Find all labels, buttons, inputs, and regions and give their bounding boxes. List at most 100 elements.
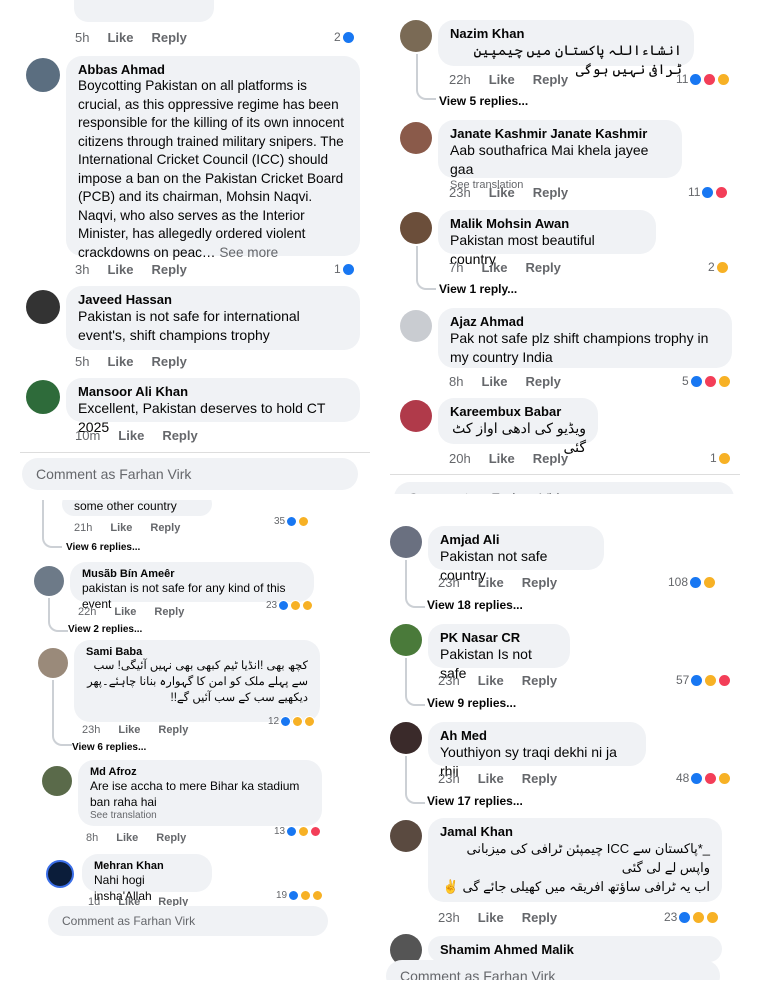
reply-button[interactable]: Reply xyxy=(533,72,568,87)
commenter-name[interactable]: Kareembux Babar xyxy=(450,404,586,419)
reaction-count[interactable]: 108 xyxy=(668,575,717,589)
avatar[interactable] xyxy=(390,722,422,754)
avatar[interactable] xyxy=(26,290,60,324)
reaction-count[interactable]: 11 xyxy=(688,185,729,199)
avatar[interactable] xyxy=(46,860,74,888)
avatar[interactable] xyxy=(390,624,422,656)
like-button[interactable]: Like xyxy=(107,262,133,277)
commenter-name[interactable]: Musãb Bín Ameêr xyxy=(82,568,302,580)
reaction-count[interactable]: 19 xyxy=(276,890,324,901)
reply-button[interactable]: Reply xyxy=(522,673,557,688)
reply-button[interactable]: Reply xyxy=(522,910,557,925)
comment-input[interactable]: Comment as Farhan Virk xyxy=(22,458,358,490)
commenter-name[interactable]: PK Nasar CR xyxy=(440,630,558,645)
commenter-name[interactable]: Sami Baba xyxy=(86,646,308,658)
avatar[interactable] xyxy=(26,58,60,92)
view-replies-link[interactable]: View 6 replies... xyxy=(72,742,146,753)
reply-button[interactable]: Reply xyxy=(522,771,557,786)
like-button[interactable]: Like xyxy=(118,428,144,443)
reply-button[interactable]: Reply xyxy=(151,354,186,369)
reply-button[interactable]: Reply xyxy=(533,451,568,466)
reaction-count[interactable]: 57 xyxy=(676,673,732,687)
like-button[interactable]: Like xyxy=(481,374,507,389)
like-button[interactable]: Like xyxy=(478,910,504,925)
reaction-count[interactable]: 13 xyxy=(274,826,322,837)
reaction-count[interactable]: 48 xyxy=(676,771,732,785)
reaction-count[interactable]: 5 xyxy=(682,374,731,388)
avatar[interactable] xyxy=(390,526,422,558)
commenter-name[interactable]: Amjad Ali xyxy=(440,532,592,547)
avatar[interactable] xyxy=(400,122,432,154)
see-translation-link[interactable]: See translation xyxy=(90,810,310,821)
commenter-name[interactable]: Javeed Hassan xyxy=(78,292,348,307)
reply-button[interactable]: Reply xyxy=(522,575,557,590)
like-button[interactable]: Like xyxy=(481,260,507,275)
view-replies-link[interactable]: View 5 replies... xyxy=(439,94,528,108)
reaction-count[interactable]: 2 xyxy=(334,30,355,44)
like-button[interactable]: Like xyxy=(489,185,515,200)
reply-button[interactable]: Reply xyxy=(533,185,568,200)
see-more-link[interactable]: See more xyxy=(219,245,278,260)
reaction-count[interactable]: 12 xyxy=(268,716,316,727)
like-button[interactable]: Like xyxy=(478,771,504,786)
view-replies-link[interactable]: View 6 replies... xyxy=(66,542,140,553)
like-button[interactable]: Like xyxy=(110,522,132,534)
view-replies-link[interactable]: View 1 reply... xyxy=(439,282,517,296)
reply-button[interactable]: Reply xyxy=(151,30,186,45)
reaction-count[interactable]: 23 xyxy=(266,600,314,611)
avatar[interactable] xyxy=(26,380,60,414)
haha-reaction-icon xyxy=(704,673,718,687)
default-avatar-icon[interactable] xyxy=(400,310,432,342)
comments-panel-2: Nazim Khan انشاءاللہ پاکستان میں چیمپین … xyxy=(388,0,744,494)
commenter-name[interactable]: Jamal Khan xyxy=(440,824,710,839)
like-button[interactable]: Like xyxy=(114,606,136,618)
reply-button[interactable]: Reply xyxy=(525,260,560,275)
avatar[interactable] xyxy=(42,766,72,796)
like-button[interactable]: Like xyxy=(116,832,138,844)
commenter-name[interactable]: Md Afroz xyxy=(90,766,310,778)
like-button[interactable]: Like xyxy=(478,575,504,590)
commenter-name[interactable]: Shamim Ahmed Malik xyxy=(440,942,710,957)
reaction-count[interactable]: 11 xyxy=(676,72,731,86)
like-button[interactable]: Like xyxy=(107,30,133,45)
reaction-count[interactable]: 35 xyxy=(274,516,310,527)
comment-input[interactable]: Comment as Farhan Virk xyxy=(48,906,328,936)
commenter-name[interactable]: Ajaz Ahmad xyxy=(450,314,720,329)
commenter-name[interactable]: Nazim Khan xyxy=(450,26,682,41)
reply-button[interactable]: Reply xyxy=(525,374,560,389)
reaction-count[interactable]: 2 xyxy=(708,260,729,274)
avatar[interactable] xyxy=(34,566,64,596)
commenter-name[interactable]: Malik Mohsin Awan xyxy=(450,216,644,231)
like-button[interactable]: Like xyxy=(118,724,140,736)
avatar[interactable] xyxy=(400,212,432,244)
commenter-name[interactable]: Mansoor Ali Khan xyxy=(78,384,348,399)
reply-button[interactable]: Reply xyxy=(158,724,188,736)
comment-bubble: Amjad Ali Pakistan not safe country xyxy=(428,526,604,583)
view-replies-link[interactable]: View 2 replies... xyxy=(68,624,142,635)
like-button[interactable]: Like xyxy=(107,354,133,369)
commenter-name[interactable]: Abbas Ahmad xyxy=(78,62,348,77)
view-replies-link[interactable]: View 17 replies... xyxy=(427,794,523,808)
reply-button[interactable]: Reply xyxy=(154,606,184,618)
reaction-count[interactable]: 1 xyxy=(710,451,731,465)
reply-button[interactable]: Reply xyxy=(151,262,186,277)
like-button[interactable]: Like xyxy=(489,72,515,87)
commenter-name[interactable]: Janate Kashmir Janate Kashmir xyxy=(450,126,670,141)
view-replies-link[interactable]: View 9 replies... xyxy=(427,696,516,710)
avatar[interactable] xyxy=(390,820,422,852)
comment-input[interactable]: Comment as Farhan Virk xyxy=(386,960,720,980)
commenter-name[interactable]: Mehran Khan xyxy=(94,860,200,872)
avatar[interactable] xyxy=(38,648,68,678)
comment-input[interactable]: Comment as Farhan Virk xyxy=(394,482,734,494)
like-button[interactable]: Like xyxy=(489,451,515,466)
view-replies-link[interactable]: View 18 replies... xyxy=(427,598,523,612)
reply-button[interactable]: Reply xyxy=(156,832,186,844)
reaction-count[interactable]: 1 xyxy=(334,262,355,276)
avatar[interactable] xyxy=(400,20,432,52)
reaction-count[interactable]: 23 xyxy=(664,910,720,924)
commenter-name[interactable]: Ah Med xyxy=(440,728,634,743)
reply-button[interactable]: Reply xyxy=(150,522,180,534)
avatar[interactable] xyxy=(400,400,432,432)
like-button[interactable]: Like xyxy=(478,673,504,688)
reply-button[interactable]: Reply xyxy=(162,428,197,443)
